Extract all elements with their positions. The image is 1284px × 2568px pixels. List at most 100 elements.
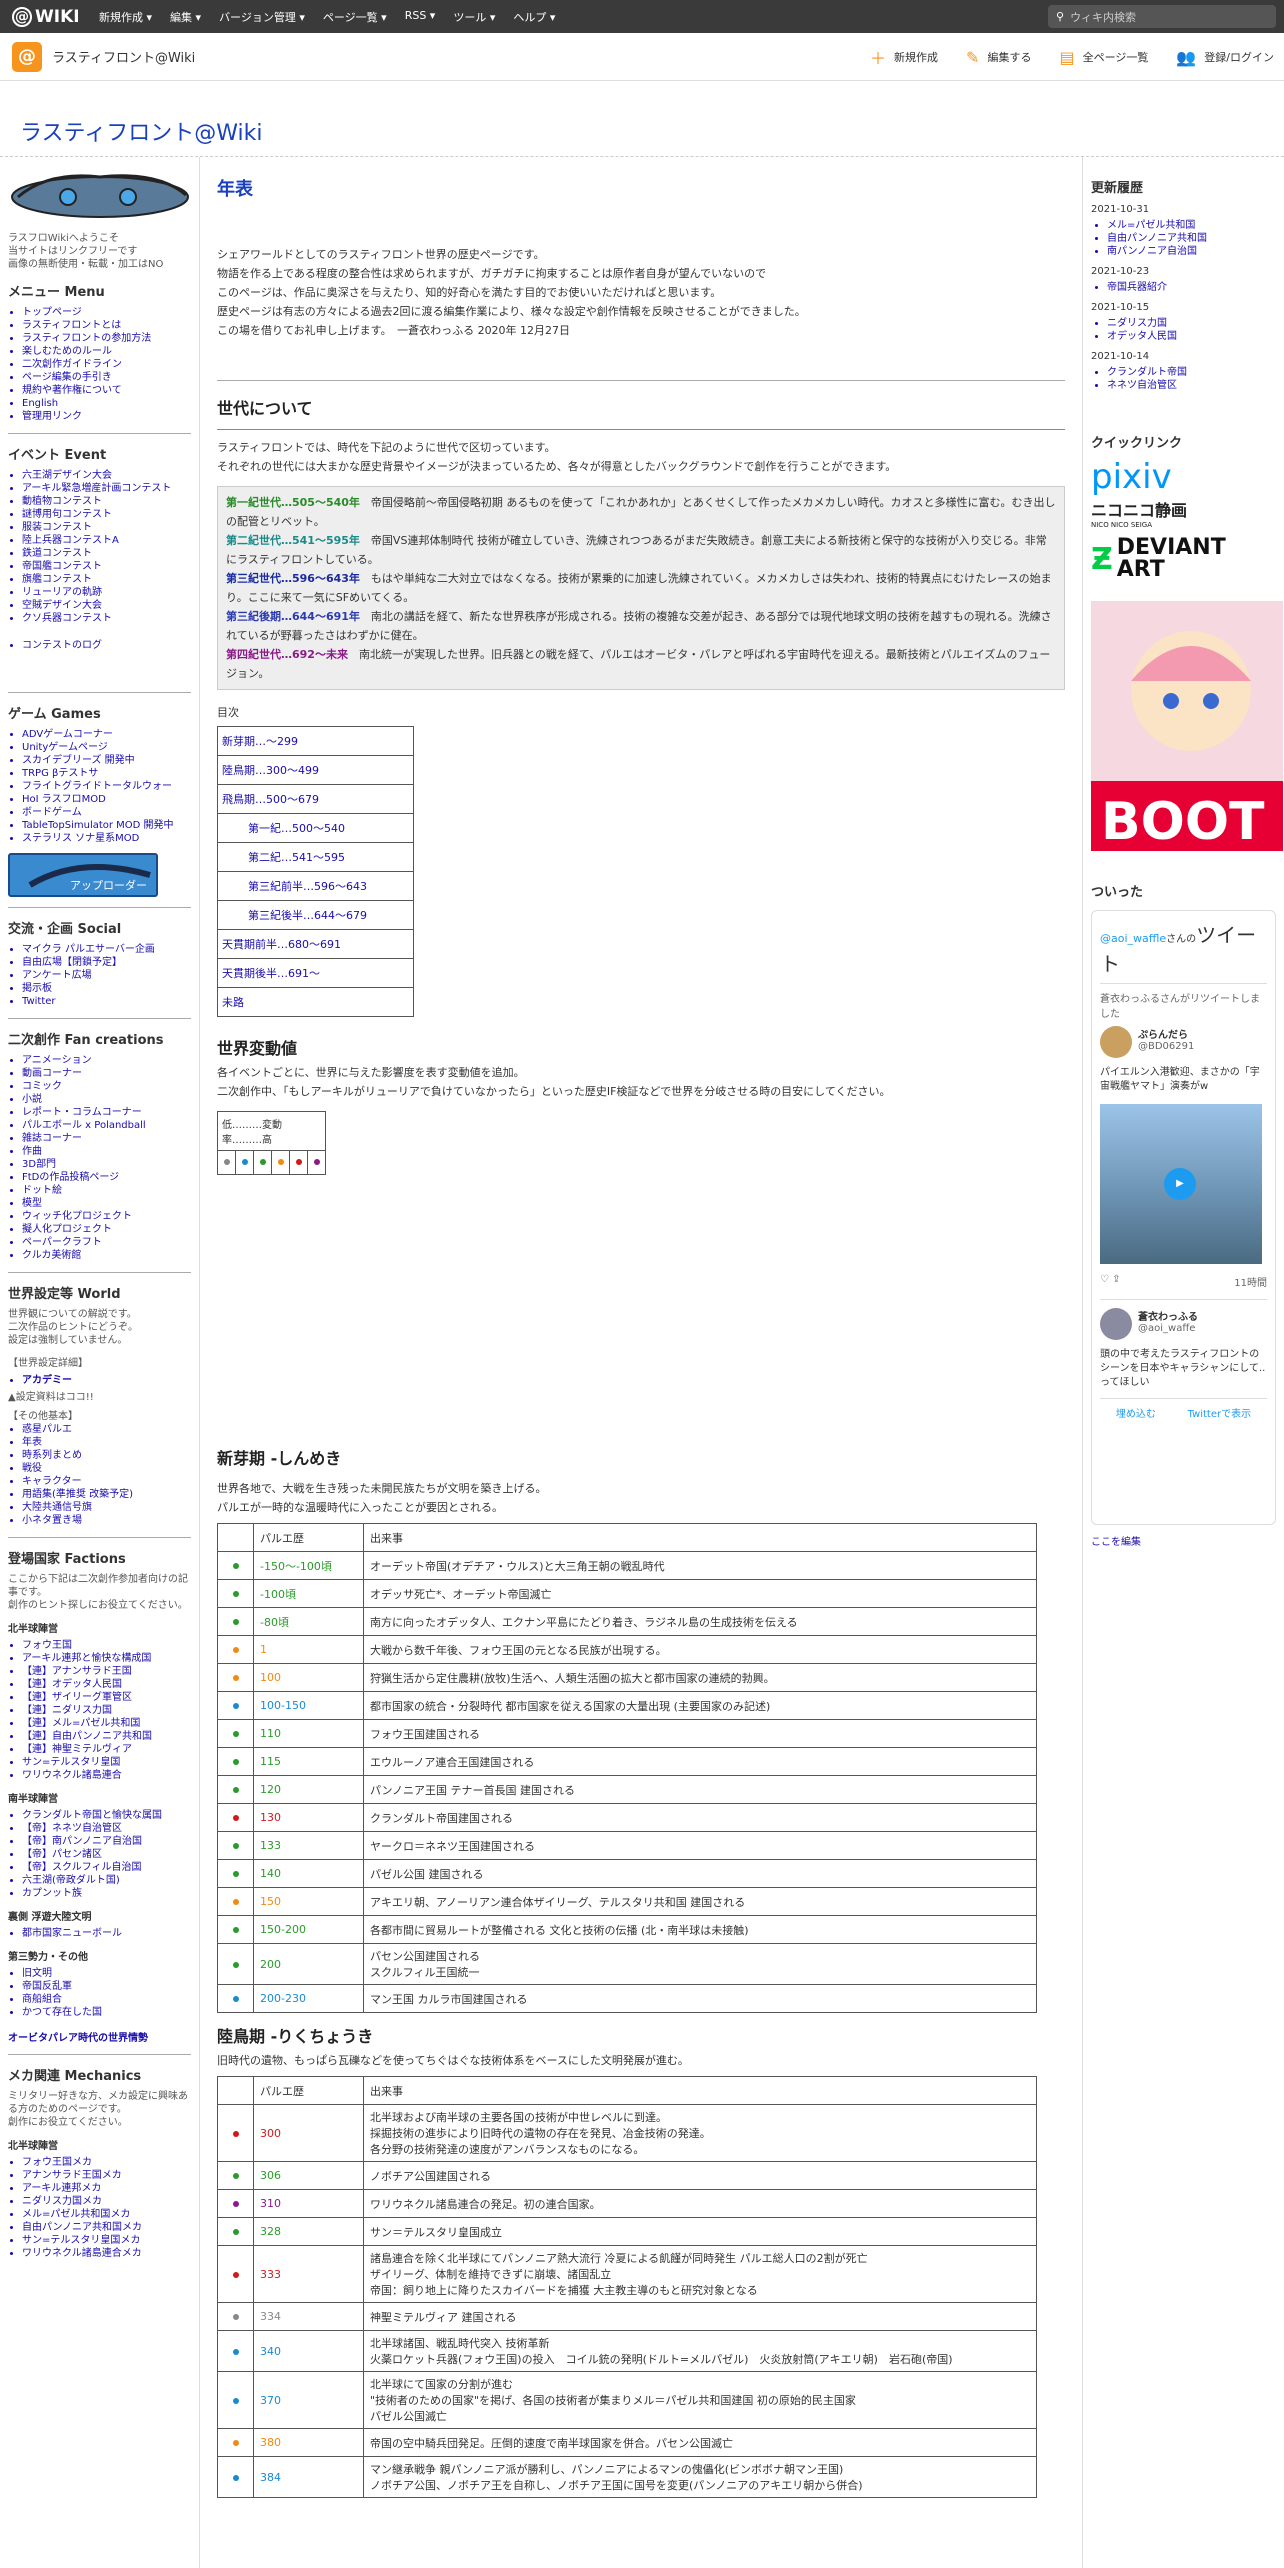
global-menu-item[interactable]: RSS ▾ [396, 9, 445, 25]
sidebar-link[interactable]: ボードゲーム [22, 807, 82, 818]
booth-banner[interactable]: BOOT [1091, 601, 1283, 851]
generation-label[interactable]: 第二紀世代…541～595年 [226, 534, 360, 547]
toc-item[interactable]: 第三紀前半…596～643 [217, 871, 414, 901]
sidebar-link[interactable]: フライトグライドトータルウォー [22, 781, 172, 792]
sidebar-link[interactable]: 空賊デザイン大会 [22, 600, 102, 611]
site-icon[interactable]: @ [12, 41, 42, 72]
sidebar-link[interactable]: フォウ王国 [22, 1640, 72, 1651]
sidebar-link[interactable]: 年表 [22, 1437, 42, 1448]
sidebar-link[interactable]: Unityゲームページ [22, 742, 108, 753]
sidebar-link[interactable]: TableTopSimulator MOD 開発中 [22, 820, 174, 831]
sidebar-link[interactable]: 帝国艦コンテスト [22, 561, 102, 572]
history-link[interactable]: 南パンノニア自治国 [1107, 246, 1197, 257]
sidebar-link[interactable]: 時系列まとめ [22, 1450, 82, 1461]
sidebar-link[interactable]: ステラリス ソナ星系MOD [22, 833, 139, 844]
sidebar-link[interactable]: ニダリス力国メカ [22, 2196, 102, 2207]
academy-link[interactable]: アカデミー [22, 1375, 72, 1386]
toc-item[interactable]: 新芽期…～299 [217, 726, 414, 756]
sidebar-link[interactable]: メル=パゼル共和国メカ [22, 2209, 130, 2220]
sidebar-link[interactable]: ペーパークラフト [22, 1237, 102, 1248]
toc-item[interactable]: 未路 [217, 987, 414, 1017]
sidebar-link[interactable]: ラスティフロントの参加方法 [22, 333, 151, 344]
global-menu-item[interactable]: バージョン管理 ▾ [210, 9, 314, 25]
site-title[interactable]: ラスティフロント@Wiki [20, 115, 262, 147]
sidebar-link[interactable]: 六王湖(帝政ダルト国) [22, 1875, 120, 1886]
toc-item[interactable]: 陸鳥期…300～499 [217, 755, 414, 785]
sidebar-link[interactable]: 雑誌コーナー [22, 1133, 82, 1144]
contest-log-link[interactable]: コンテストのログ [22, 640, 102, 651]
all-pages-button[interactable]: ▤ 全ページ一覧 [1059, 45, 1148, 69]
sidebar-link[interactable]: アナンサラド王国メカ [22, 2170, 122, 2181]
sidebar-link[interactable]: 【帝】パセン諸区 [22, 1849, 102, 1860]
sidebar-link[interactable]: 擬人化プロジェクト [22, 1224, 112, 1235]
sidebar-link[interactable]: アーキル緊急増産計画コンテスト [22, 483, 171, 494]
sidebar-link[interactable]: 自由広場【閉鎖予定】 [22, 957, 122, 968]
toc-item[interactable]: 第三紀後半…644～679 [217, 900, 414, 930]
deviantart-link[interactable]: Ƶ DEVIANT ART [1091, 537, 1276, 581]
sidebar-link[interactable]: クルカ美術館 [22, 1250, 81, 1261]
edit-button[interactable]: ✎ 編集する [966, 45, 1031, 69]
toc-item[interactable]: 天貫期後半…691～ [217, 958, 414, 988]
sidebar-link[interactable]: 六王湖デザイン大会 [22, 470, 112, 481]
sidebar-link[interactable]: スカイデブリーズ 開発中 [22, 755, 135, 766]
tweet-video[interactable]: ▶ [1100, 1104, 1262, 1264]
site-name[interactable]: ラスティフロント@Wiki [52, 47, 195, 66]
sidebar-link[interactable]: ラスティフロントとは [22, 320, 121, 331]
sidebar-link[interactable]: ドット絵 [22, 1185, 62, 1196]
history-link[interactable]: ネネツ自治管区 [1107, 380, 1177, 391]
view-on-twitter-link[interactable]: Twitterで表示 [1188, 1405, 1252, 1420]
sidebar-link[interactable]: アンケート広場 [22, 970, 92, 981]
sidebar-link[interactable]: 自由パンノニア共和国メカ [22, 2222, 142, 2233]
sidebar-link[interactable]: 【帝】スクルフィル自治国 [22, 1862, 142, 1873]
sidebar-link[interactable]: 小説 [22, 1094, 42, 1105]
sidebar-link[interactable]: ページ編集の手引き [22, 372, 112, 383]
sidebar-link[interactable]: ウィッチ化プロジェクト [22, 1211, 132, 1222]
sidebar-link[interactable]: 陸上兵器コンテストA [22, 535, 119, 546]
sidebar-link[interactable]: 用語集(準推奨 改築予定) [22, 1489, 133, 1500]
twitter-widget[interactable]: @aoi_waffleさんのツイート 蒼衣わっふるさんがリツイートしました ぷら… [1091, 910, 1276, 1525]
generation-label[interactable]: 第三紀世代…596～643年 [226, 572, 360, 585]
sidebar-link[interactable]: 管理用リンク [22, 411, 82, 422]
tweet-time[interactable]: 11時間 [1234, 1274, 1267, 1289]
sidebar-link[interactable]: English [22, 398, 58, 409]
sidebar-link[interactable]: 旧文明 [22, 1968, 52, 1979]
generation-label[interactable]: 第四紀世代…692～未来 [226, 648, 348, 661]
sidebar-link[interactable]: TRPG βテストサ [22, 768, 98, 779]
sidebar-link[interactable]: 商船組合 [22, 1994, 62, 2005]
global-menu-item[interactable]: ヘルプ ▾ [504, 9, 564, 25]
atwiki-logo[interactable]: @ WIKI [0, 0, 90, 33]
sidebar-link[interactable]: HoI ラスフロMOD [22, 794, 106, 805]
sidebar-link[interactable]: ワリウネクル諸島連合 [22, 1770, 122, 1781]
sidebar-link[interactable]: パルエボール x Polandball [22, 1120, 146, 1131]
sidebar-link[interactable]: 【帝】南パンノニア自治国 [22, 1836, 142, 1847]
sidebar-link[interactable]: 3D部門 [22, 1159, 56, 1170]
sidebar-link[interactable]: 【連】神聖ミテルヴィア [22, 1744, 132, 1755]
sidebar-link[interactable]: 謎博用句コンテスト [22, 509, 112, 520]
sidebar-link[interactable]: 惑星パルエ [22, 1424, 72, 1435]
history-link[interactable]: ニダリス力国 [1107, 318, 1167, 329]
sidebar-link[interactable]: 旗艦コンテスト [22, 574, 92, 585]
toc-item[interactable]: 天貫期前半…680～691 [217, 929, 414, 959]
search-input[interactable]: ⚲ ウィキ内検索 [1048, 5, 1276, 28]
sidebar-link[interactable]: マイクラ パルエサーバー企画 [22, 944, 155, 955]
history-link[interactable]: 帝国兵器紹介 [1107, 282, 1167, 293]
sidebar-link[interactable]: 【帝】ネネツ自治管区 [22, 1823, 122, 1834]
new-page-button[interactable]: ＋新規作成 [870, 45, 938, 69]
sidebar-link[interactable]: 帝国反乱軍 [22, 1981, 72, 1992]
history-link[interactable]: 自由パンノニア共和国 [1107, 233, 1207, 244]
sidebar-link[interactable]: 動画コーナー [22, 1068, 82, 1079]
sidebar-link[interactable]: アーキル連邦と愉快な構成国 [22, 1653, 151, 1664]
sidebar-link[interactable]: FtDの作品投稿ページ [22, 1172, 119, 1183]
global-menu-item[interactable]: ツール ▾ [444, 9, 504, 25]
global-menu-item[interactable]: 新規作成 ▾ [90, 9, 161, 25]
pixiv-link[interactable]: pixiv [1091, 459, 1276, 495]
sidebar-link[interactable]: 作曲 [22, 1146, 42, 1157]
global-menu-item[interactable]: 編集 ▾ [161, 9, 210, 25]
sidebar-link[interactable]: カプンット族 [22, 1888, 82, 1899]
uploader-banner[interactable]: アップローダー [8, 853, 158, 897]
orbita-link[interactable]: オービタパレア時代の世界情勢 [8, 2033, 148, 2044]
sidebar-link[interactable]: リューリアの軌跡 [22, 587, 102, 598]
sidebar-link[interactable]: 動植物コンテスト [22, 496, 102, 507]
global-menu-item[interactable]: ページ一覧 ▾ [314, 9, 396, 25]
sidebar-link[interactable]: 【連】ニダリス力国 [22, 1705, 112, 1716]
